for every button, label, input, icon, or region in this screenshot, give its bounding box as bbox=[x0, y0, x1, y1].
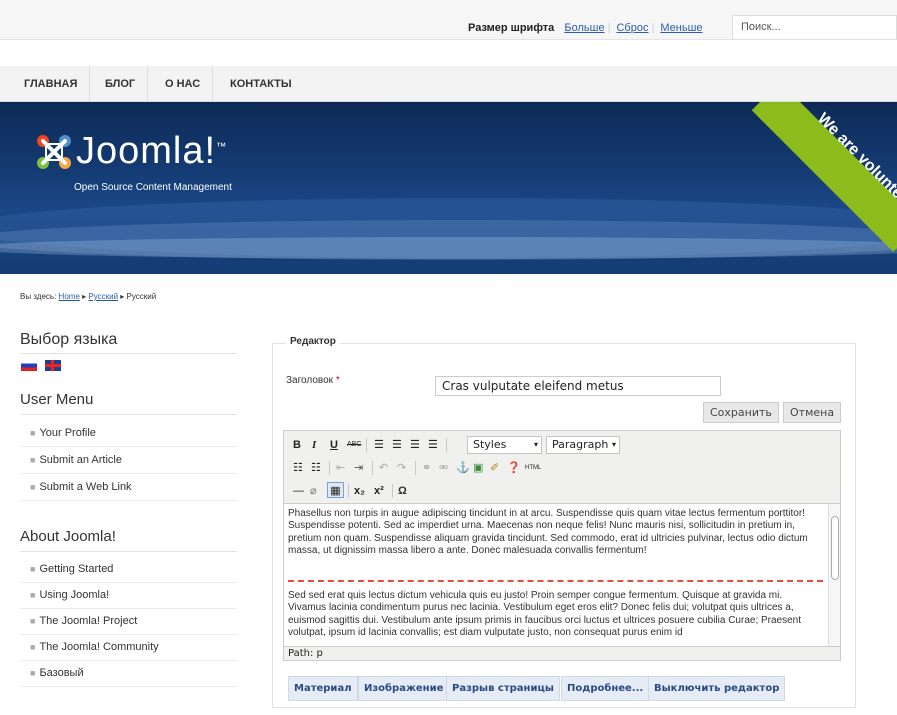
subscript-icon[interactable]: x₂ bbox=[354, 483, 365, 499]
nav-item-contacts[interactable]: КОНТАКТЫ bbox=[218, 66, 304, 102]
search-input[interactable]: Поиск... bbox=[732, 15, 897, 40]
logo-text: Joomla!™ bbox=[76, 130, 228, 172]
nav-item-about[interactable]: О НАС bbox=[153, 66, 214, 102]
numbered-list-icon[interactable]: ☷ bbox=[311, 460, 321, 476]
header-wave bbox=[0, 237, 897, 259]
align-center-icon[interactable]: ☰ bbox=[392, 437, 402, 453]
nav-item-home[interactable]: ГЛАВНАЯ bbox=[12, 66, 91, 102]
about-menu-item[interactable]: ■ Базовый bbox=[20, 660, 237, 687]
horizontal-rule-icon[interactable]: — bbox=[293, 483, 304, 499]
help-icon[interactable]: ❓ bbox=[507, 460, 521, 476]
main-nav: ГЛАВНАЯ БЛОГ О НАС КОНТАКТЫ bbox=[0, 66, 897, 102]
user-menu-item[interactable]: ■ Your Profile bbox=[20, 420, 237, 447]
format-select[interactable]: Paragraph ▾ bbox=[546, 436, 620, 454]
logo-tagline: Open Source Content Management bbox=[74, 182, 232, 193]
cancel-button[interactable]: Отмена bbox=[783, 402, 842, 423]
align-right-icon[interactable]: ☰ bbox=[410, 437, 420, 453]
user-menu-title: User Menu bbox=[20, 391, 94, 408]
outdent-icon[interactable]: ⇤ bbox=[336, 460, 345, 476]
user-menu-item[interactable]: ■ Submit an Article bbox=[20, 447, 237, 474]
divider bbox=[20, 414, 237, 415]
language-title: Выбор языка bbox=[20, 331, 118, 348]
bullet-list-icon[interactable]: ☷ bbox=[293, 460, 303, 476]
cleanup-icon[interactable]: ✐ bbox=[490, 460, 499, 476]
font-bigger-link[interactable]: Больше bbox=[564, 22, 604, 34]
superscript-icon[interactable]: x² bbox=[374, 483, 384, 499]
breadcrumb-home[interactable]: Home bbox=[59, 292, 80, 301]
visual-aid-icon[interactable]: ▦ bbox=[327, 482, 344, 498]
insert-image-button[interactable]: Изображение bbox=[358, 676, 450, 701]
user-menu-item[interactable]: ■ Submit a Web Link bbox=[20, 474, 237, 501]
font-size-controls: Размер шрифта Больше | Сброс | Меньше bbox=[468, 22, 703, 34]
title-input[interactable]: Cras vulputate eleifend metus bbox=[435, 376, 721, 396]
title-label: Заголовок * bbox=[286, 375, 340, 386]
toggle-editor-button[interactable]: Выключить редактор bbox=[648, 676, 786, 701]
breadcrumb-russian[interactable]: Русский bbox=[88, 292, 118, 301]
flag-uk-icon[interactable] bbox=[45, 360, 61, 371]
breadcrumb: Вы здесь: Home ▸ Русский ▸ Русский bbox=[20, 292, 157, 301]
link-icon[interactable]: ⚭ bbox=[422, 460, 431, 476]
editor-content[interactable]: Phasellus non turpis in augue adipiscing… bbox=[283, 503, 841, 647]
strikethrough-icon[interactable]: ABC bbox=[347, 437, 361, 453]
page-break-marker bbox=[288, 580, 823, 582]
undo-icon[interactable]: ↶ bbox=[379, 460, 388, 476]
about-menu-item[interactable]: ■ The Joomla! Community bbox=[20, 634, 237, 661]
bold-icon[interactable]: B bbox=[293, 437, 301, 453]
italic-icon[interactable]: I bbox=[312, 437, 316, 453]
underline-icon[interactable]: U bbox=[330, 437, 338, 453]
insert-article-button[interactable]: Материал bbox=[288, 676, 358, 701]
save-button[interactable]: Сохранить bbox=[703, 402, 779, 423]
read-more-button[interactable]: Подробнее... bbox=[561, 676, 650, 701]
about-menu-item[interactable]: ■ The Joomla! Project bbox=[20, 608, 237, 635]
editor-path-bar: Path: p bbox=[283, 647, 841, 661]
align-justify-icon[interactable]: ☰ bbox=[428, 437, 438, 453]
editor-legend: Редактор bbox=[286, 336, 340, 347]
divider bbox=[20, 551, 237, 552]
content-paragraph: Phasellus non turpis in augue adipiscing… bbox=[288, 508, 808, 557]
about-title: About Joomla! bbox=[20, 528, 116, 545]
flag-ru-icon[interactable] bbox=[21, 360, 37, 371]
site-header: Joomla!™ Open Source Content Management … bbox=[0, 102, 897, 274]
page-break-button[interactable]: Разрыв страницы bbox=[446, 676, 560, 701]
editor-toolbar: B I U ABC ☰ ☰ ☰ ☰ Styles ▾ Paragraph ▾ ☷ ☷… bbox=[283, 430, 841, 503]
font-smaller-link[interactable]: Меньше bbox=[660, 22, 702, 34]
top-utility-bar: Размер шрифта Больше | Сброс | Меньше Поис… bbox=[0, 0, 897, 40]
nav-item-blog[interactable]: БЛОГ bbox=[93, 66, 149, 102]
editor-scrollbar[interactable] bbox=[828, 504, 840, 646]
special-char-icon[interactable]: Ω bbox=[398, 483, 407, 499]
redo-icon[interactable]: ↷ bbox=[397, 460, 406, 476]
breadcrumb-current: Русский bbox=[126, 292, 157, 301]
unlink-icon[interactable]: ⚮ bbox=[439, 460, 448, 476]
font-reset-link[interactable]: Сброс bbox=[616, 22, 648, 34]
html-icon[interactable]: HTML bbox=[525, 460, 541, 476]
indent-icon[interactable]: ⇥ bbox=[354, 460, 363, 476]
scrollbar-thumb[interactable] bbox=[831, 516, 839, 580]
joomla-logo-icon bbox=[37, 135, 71, 169]
content-paragraph: Sed sed erat quis lectus dictum vehicula… bbox=[288, 590, 802, 639]
language-flags bbox=[21, 360, 69, 372]
remove-format-icon[interactable]: ⌀ bbox=[310, 483, 317, 499]
align-left-icon[interactable]: ☰ bbox=[374, 437, 384, 453]
font-size-label: Размер шрифта bbox=[468, 22, 555, 34]
image-icon[interactable]: ▣ bbox=[473, 460, 483, 476]
styles-select[interactable]: Styles ▾ bbox=[467, 436, 542, 454]
divider bbox=[20, 353, 237, 354]
anchor-icon[interactable]: ⚓ bbox=[456, 460, 470, 476]
about-menu-item[interactable]: ■ Using Joomla! bbox=[20, 582, 237, 609]
about-menu-item[interactable]: ■ Getting Started bbox=[20, 556, 237, 583]
